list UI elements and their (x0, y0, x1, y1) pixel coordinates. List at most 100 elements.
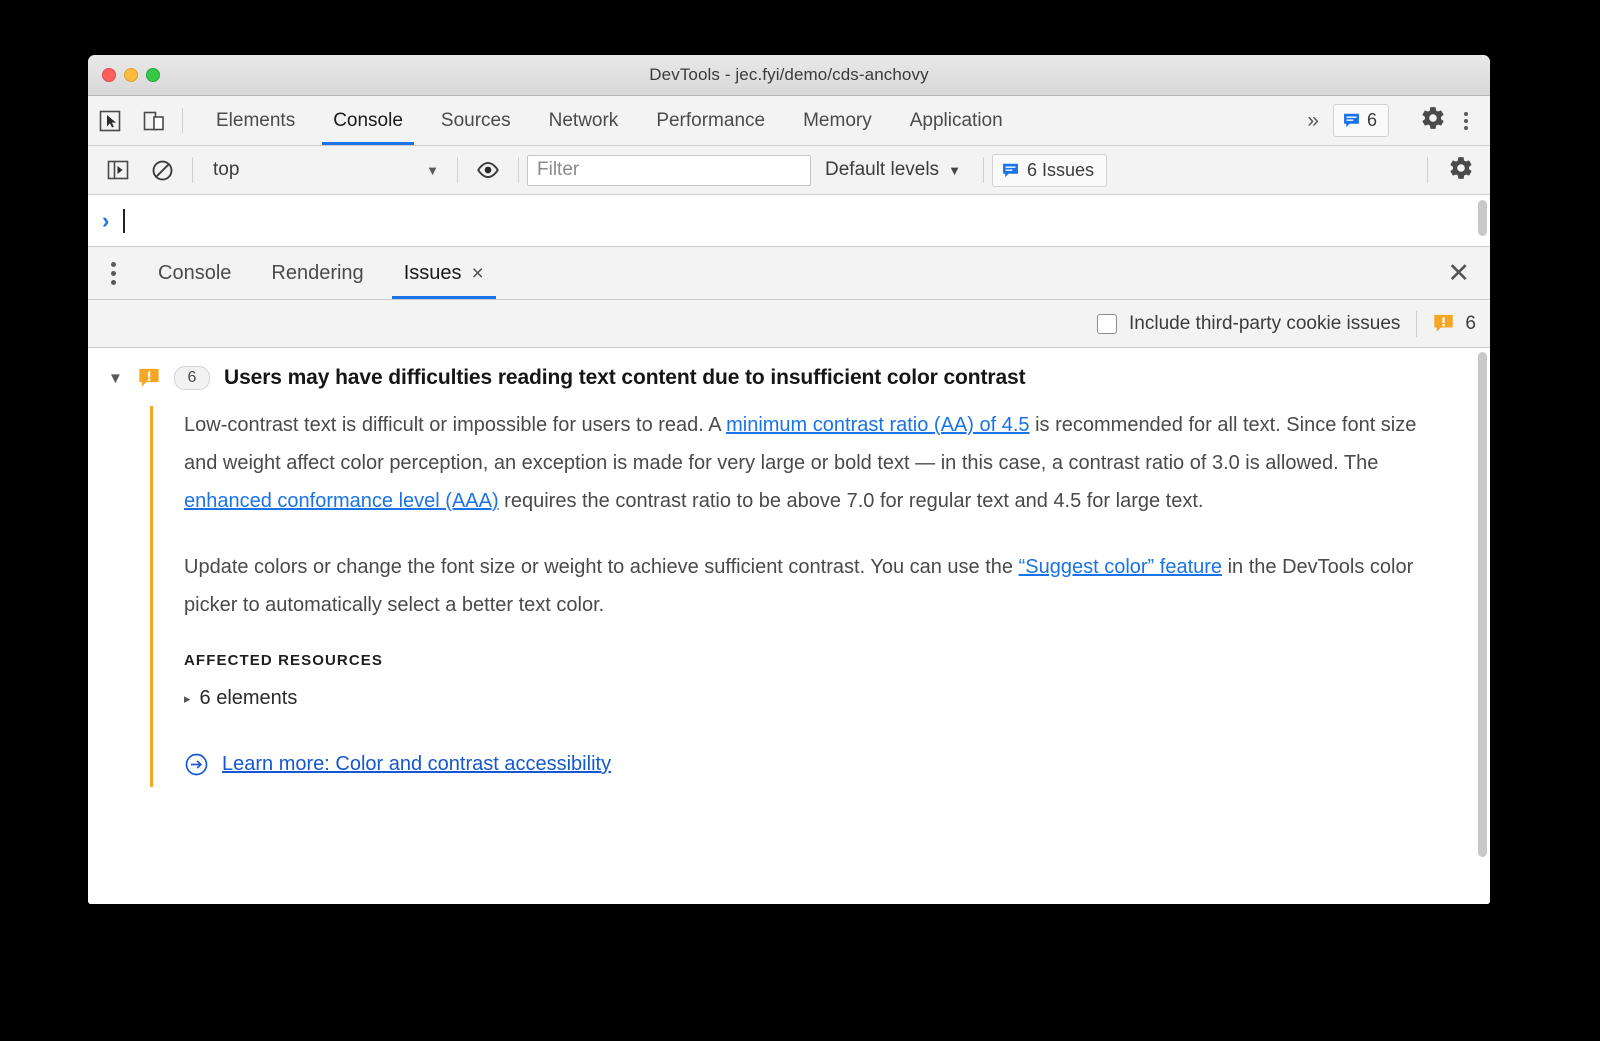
tab-elements[interactable]: Elements (197, 96, 314, 145)
paragraph2-part1: Update colors or change the font size or… (184, 556, 1019, 578)
issue-header-row[interactable]: ▼ 6 Users may have difficulties reading … (88, 348, 1490, 406)
cursor-select-icon (99, 110, 121, 131)
enhanced-conformance-link[interactable]: enhanced conformance level (AAA) (184, 490, 499, 512)
minimum-contrast-ratio-link[interactable]: minimum contrast ratio (AA) of 4.5 (726, 414, 1029, 436)
inspect-element-button[interactable] (88, 96, 132, 145)
learn-more-row[interactable]: Learn more: Color and contrast accessibi… (184, 752, 1444, 777)
clear-console-icon (152, 160, 172, 180)
live-expression-button[interactable] (466, 157, 510, 183)
third-party-cookie-toggle[interactable]: Include third-party cookie issues (1097, 313, 1400, 335)
drawer-tab-issues[interactable]: Issues × (384, 247, 504, 299)
live-expression-icon (477, 161, 499, 179)
window-title: DevTools - jec.fyi/demo/cds-anchovy (649, 65, 929, 84)
affected-resources-row[interactable]: ▸ 6 elements (184, 687, 1444, 710)
issue-description-paragraph-2: Update colors or change the font size or… (184, 548, 1429, 624)
console-settings-button[interactable] (1436, 155, 1482, 186)
minimize-window-button[interactable] (124, 68, 138, 82)
issues-toolbar-count: 6 (1433, 313, 1476, 335)
kebab-menu-icon (1464, 111, 1468, 130)
chevron-down-icon: ▼ (426, 162, 439, 178)
tab-sources[interactable]: Sources (422, 96, 530, 145)
issues-button-label: 6 Issues (1026, 159, 1094, 180)
execution-context-value: top (213, 159, 240, 180)
console-prompt-row[interactable]: › (88, 195, 1490, 247)
prompt-arrow-icon: › (102, 207, 110, 233)
issue-count-pill: 6 (174, 366, 210, 390)
log-levels-selector[interactable]: Default levels ▼ (811, 159, 975, 181)
tabbar-divider (182, 108, 183, 133)
gear-icon (1450, 156, 1472, 179)
issues-count-value: 6 (1366, 110, 1377, 130)
issues-count-badge[interactable]: 6 (1332, 104, 1389, 137)
learn-more-link[interactable]: Learn more: Color and contrast accessibi… (222, 753, 611, 776)
main-tabbar: Elements Console Sources Network Perform… (88, 96, 1490, 146)
expand-affected-icon[interactable]: ▸ (184, 691, 191, 707)
tab-performance[interactable]: Performance (637, 96, 784, 145)
issues-toolbar: Include third-party cookie issues 6 (88, 300, 1490, 348)
affected-resources-title: AFFECTED RESOURCES (184, 652, 383, 669)
drawer-tab-console-label: Console (158, 261, 232, 284)
settings-button[interactable] (1420, 105, 1446, 136)
filterbar-divider-5 (1427, 157, 1428, 183)
tab-console[interactable]: Console (314, 96, 422, 145)
chevron-down-icon: ▼ (948, 162, 961, 178)
console-sidebar-toggle-button[interactable] (96, 159, 140, 181)
drawer-tabbar: Console Rendering Issues × ✕ (88, 247, 1490, 300)
prompt-text-caret (123, 208, 126, 233)
drawer-tab-issues-label: Issues (403, 261, 462, 284)
filterbar-divider-1 (192, 157, 193, 183)
paragraph1-part3: requires the contrast ratio to be above … (498, 490, 1204, 512)
window-titlebar: DevTools - jec.fyi/demo/cds-anchovy (88, 55, 1490, 96)
drawer-tab-rendering[interactable]: Rendering (251, 247, 383, 299)
issues-list: ▼ 6 Users may have difficulties reading … (88, 348, 1490, 904)
warning-issue-icon (1434, 314, 1454, 332)
devtools-window: DevTools - jec.fyi/demo/cds-anchovy Elem… (88, 55, 1490, 904)
execution-context-selector[interactable]: top ▼ (201, 159, 449, 181)
suggest-color-feature-link[interactable]: “Suggest color” feature (1019, 556, 1222, 578)
drawer-tab-console[interactable]: Console (138, 247, 251, 299)
filterbar-divider-3 (518, 157, 519, 183)
filterbar-right-controls (1419, 155, 1482, 186)
filterbar-divider-2 (457, 157, 458, 183)
tab-application[interactable]: Application (891, 96, 1022, 145)
tabbar-right-controls: » 6 (1293, 96, 1490, 145)
issue-title: Users may have difficulties reading text… (224, 366, 1026, 389)
toggle-device-toolbar-button[interactable] (132, 96, 176, 145)
window-controls (102, 68, 160, 82)
more-tabs-button[interactable]: » (1293, 109, 1333, 133)
close-window-button[interactable] (102, 68, 116, 82)
close-drawer-button[interactable]: ✕ (1427, 247, 1490, 299)
main-tabs: Elements Console Sources Network Perform… (197, 96, 1022, 145)
log-levels-label: Default levels (825, 159, 940, 180)
drawer-menu-button[interactable] (88, 247, 138, 299)
issue-description-paragraph-1: Low-contrast text is difficult or imposs… (184, 406, 1429, 520)
filter-input[interactable] (527, 154, 811, 186)
drawer-menu-icon (110, 261, 116, 285)
clear-console-button[interactable] (140, 159, 184, 182)
issues-toolbar-count-value: 6 (1465, 312, 1476, 334)
filterbar-divider-4 (982, 157, 984, 183)
issues-toolbar-divider (1416, 310, 1418, 337)
issue-message-icon (1003, 163, 1018, 177)
paragraph1-part1: Low-contrast text is difficult or imposs… (184, 414, 727, 436)
tab-network[interactable]: Network (530, 96, 638, 145)
tab-memory[interactable]: Memory (784, 96, 891, 145)
third-party-checkbox[interactable] (1097, 313, 1117, 334)
warning-issue-icon (139, 368, 159, 387)
more-options-button[interactable] (1462, 111, 1478, 130)
drawer-panel: Console Rendering Issues × ✕ Include thi… (88, 247, 1490, 904)
gear-icon (1422, 107, 1444, 129)
issues-scrollbar[interactable] (1478, 352, 1487, 857)
issue-message-icon (1344, 113, 1359, 128)
console-filter-toolbar: top ▼ Default levels ▼ 6 Issues (88, 146, 1490, 195)
console-scrollbar[interactable] (1478, 200, 1487, 236)
issue-accent-bar (150, 406, 153, 787)
close-icon[interactable]: × (472, 263, 484, 284)
console-sidebar-icon (107, 160, 129, 180)
device-toolbar-icon (143, 111, 164, 130)
expand-collapse-icon[interactable]: ▼ (108, 370, 124, 387)
issues-toolbar-button[interactable]: 6 Issues (991, 153, 1107, 187)
third-party-label: Include third-party cookie issues (1129, 312, 1401, 334)
issue-details: Low-contrast text is difficult or imposs… (88, 406, 1490, 787)
maximize-window-button[interactable] (146, 68, 160, 82)
